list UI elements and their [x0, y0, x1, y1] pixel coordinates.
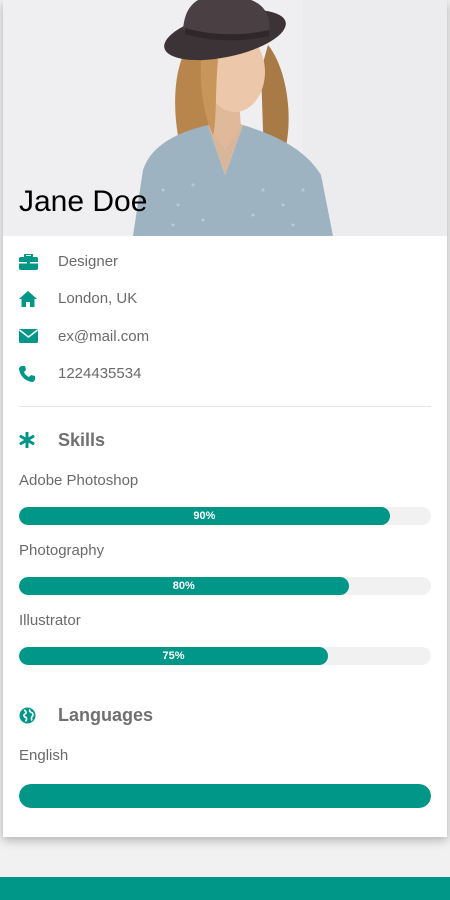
info-location-text: London, UK: [58, 290, 138, 308]
skill-progress-track: 90%: [19, 507, 431, 526]
skill-name: Photography: [19, 542, 105, 560]
footer-bar: [0, 877, 450, 900]
divider: [19, 406, 431, 408]
envelope-icon: [19, 327, 41, 345]
skill-progress-fill: 80%: [19, 577, 349, 596]
home-icon: [19, 290, 41, 308]
skill-progress-fill: 90%: [19, 507, 390, 526]
skill-progress-track: 80%: [19, 577, 431, 596]
language-progress-track: [19, 784, 431, 809]
info-job-text: Designer: [58, 253, 119, 271]
info-row-phone: 1224435534: [19, 355, 431, 392]
skill-name: Illustrator: [19, 612, 81, 630]
profile-photo: Jane Doe: [3, 0, 447, 236]
info-row-location: London, UK: [19, 280, 431, 317]
languages-title: Languages: [58, 704, 154, 725]
language-progress-fill: [19, 784, 431, 809]
skill-item: Photography 80%: [3, 541, 447, 596]
globe-icon: [19, 705, 41, 725]
skill-progress-track: 75%: [19, 647, 431, 666]
skill-progress-fill: 75%: [19, 647, 328, 666]
briefcase-icon: [19, 253, 41, 271]
profile-card: Jane Doe Designer London, UK ex@mail.com…: [3, 0, 447, 837]
info-email-text: ex@mail.com: [58, 327, 150, 345]
contact-info: Designer London, UK ex@mail.com 12244355…: [3, 243, 447, 392]
info-row-job: Designer: [19, 243, 431, 280]
languages-heading: Languages: [3, 703, 447, 727]
phone-icon: [19, 365, 41, 383]
profile-name: Jane Doe: [19, 185, 148, 218]
language-item: English: [3, 746, 447, 809]
skills-heading: Skills: [3, 428, 447, 452]
skill-item: Adobe Photoshop 90%: [3, 471, 447, 526]
info-phone-text: 1224435534: [58, 365, 142, 383]
skill-item: Illustrator 75%: [3, 611, 447, 666]
info-row-email: ex@mail.com: [19, 318, 431, 355]
language-name: English: [19, 747, 69, 765]
asterisk-icon: [19, 430, 41, 450]
skills-title: Skills: [58, 429, 106, 450]
skill-name: Adobe Photoshop: [19, 472, 139, 490]
